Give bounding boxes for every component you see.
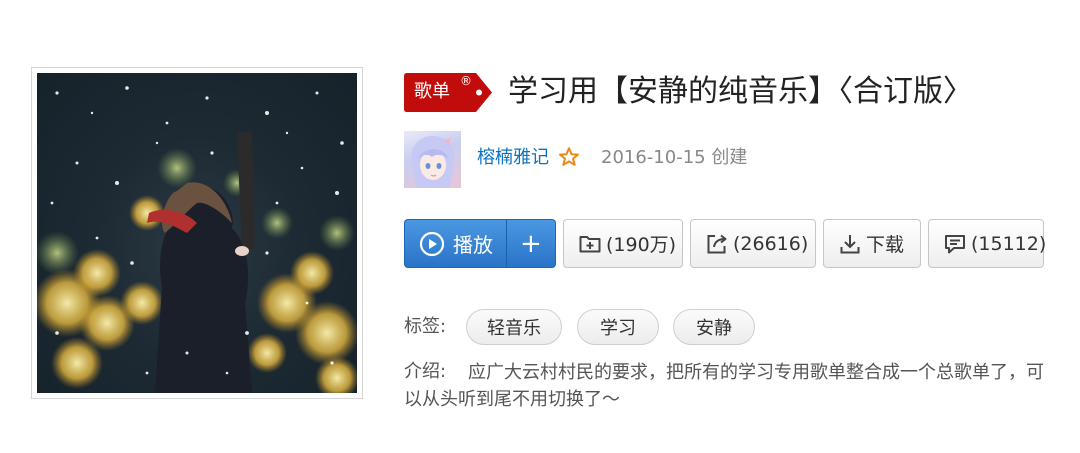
download-label: 下载 — [866, 234, 905, 256]
share-count: (26616) — [733, 232, 809, 255]
favorite-folder-icon — [579, 235, 601, 252]
creator-avatar[interactable] — [404, 131, 461, 188]
play-label: 播放 — [453, 233, 493, 257]
intro-text: 应广大云村村民的要求，把所有的学习专用歌单整合成一个总歌单了，可以从头听到尾不用… — [404, 362, 1044, 410]
comment-button[interactable]: (15112) — [928, 219, 1047, 268]
play-button-group: 播放 + — [404, 219, 556, 268]
download-icon — [840, 234, 860, 253]
creator-name-link[interactable]: 榕楠雅记 — [477, 146, 549, 170]
tag-pill[interactable]: 轻音乐 — [466, 309, 562, 345]
playlist-badge: 歌单 ® — [404, 73, 492, 112]
add-icon: + — [519, 228, 542, 259]
play-button[interactable]: 播放 — [405, 220, 506, 267]
share-icon — [707, 234, 727, 253]
tag-pill[interactable]: 学习 — [577, 309, 659, 345]
badge-label: 歌单 — [414, 81, 450, 102]
favorite-count: (190万) — [606, 234, 677, 256]
cover-artwork — [37, 73, 357, 393]
play-icon — [419, 231, 445, 256]
playlist-title: 学习用【安静的纯音乐】〈合订版〉 — [508, 74, 973, 109]
share-button[interactable]: (26616) — [690, 219, 816, 268]
comment-icon — [945, 234, 965, 253]
tag-pill[interactable]: 安静 — [673, 309, 755, 345]
download-button[interactable]: 下载 — [823, 219, 921, 268]
cover-illustration — [37, 86, 357, 393]
created-date: 2016-10-15 创建 — [601, 147, 748, 168]
avatar-image — [411, 135, 455, 188]
comment-count: (15112) — [971, 232, 1047, 255]
playlist-cover[interactable] — [31, 67, 363, 399]
favorite-button[interactable]: (190万) — [563, 219, 683, 268]
badge-registered-mark: ® — [460, 74, 472, 88]
tags-label: 标签: — [404, 316, 447, 337]
star-icon — [559, 147, 579, 166]
add-to-queue-button[interactable]: + — [505, 220, 555, 267]
